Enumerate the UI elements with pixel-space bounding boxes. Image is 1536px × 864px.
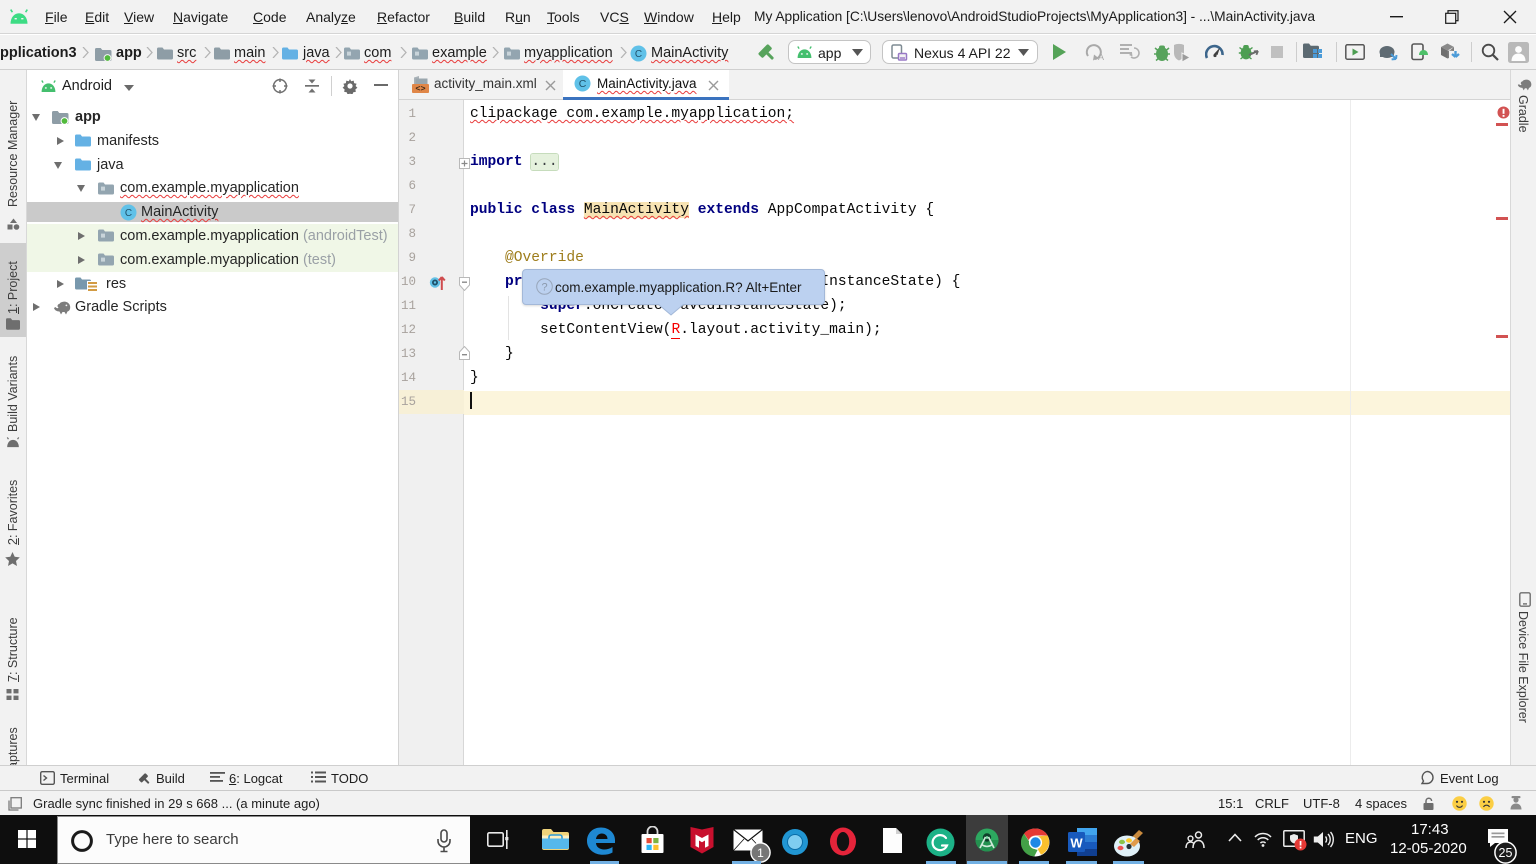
svg-text:<>: <> [415, 84, 425, 94]
svg-text:A: A [1098, 52, 1104, 61]
svg-text:C: C [125, 208, 132, 219]
svg-text:W: W [1070, 836, 1083, 851]
svg-text:C: C [579, 78, 587, 90]
svg-text:25: 25 [1499, 846, 1513, 860]
svg-text:C: C [635, 49, 642, 60]
svg-text:?: ? [541, 282, 547, 294]
svg-text:1: 1 [757, 846, 764, 860]
